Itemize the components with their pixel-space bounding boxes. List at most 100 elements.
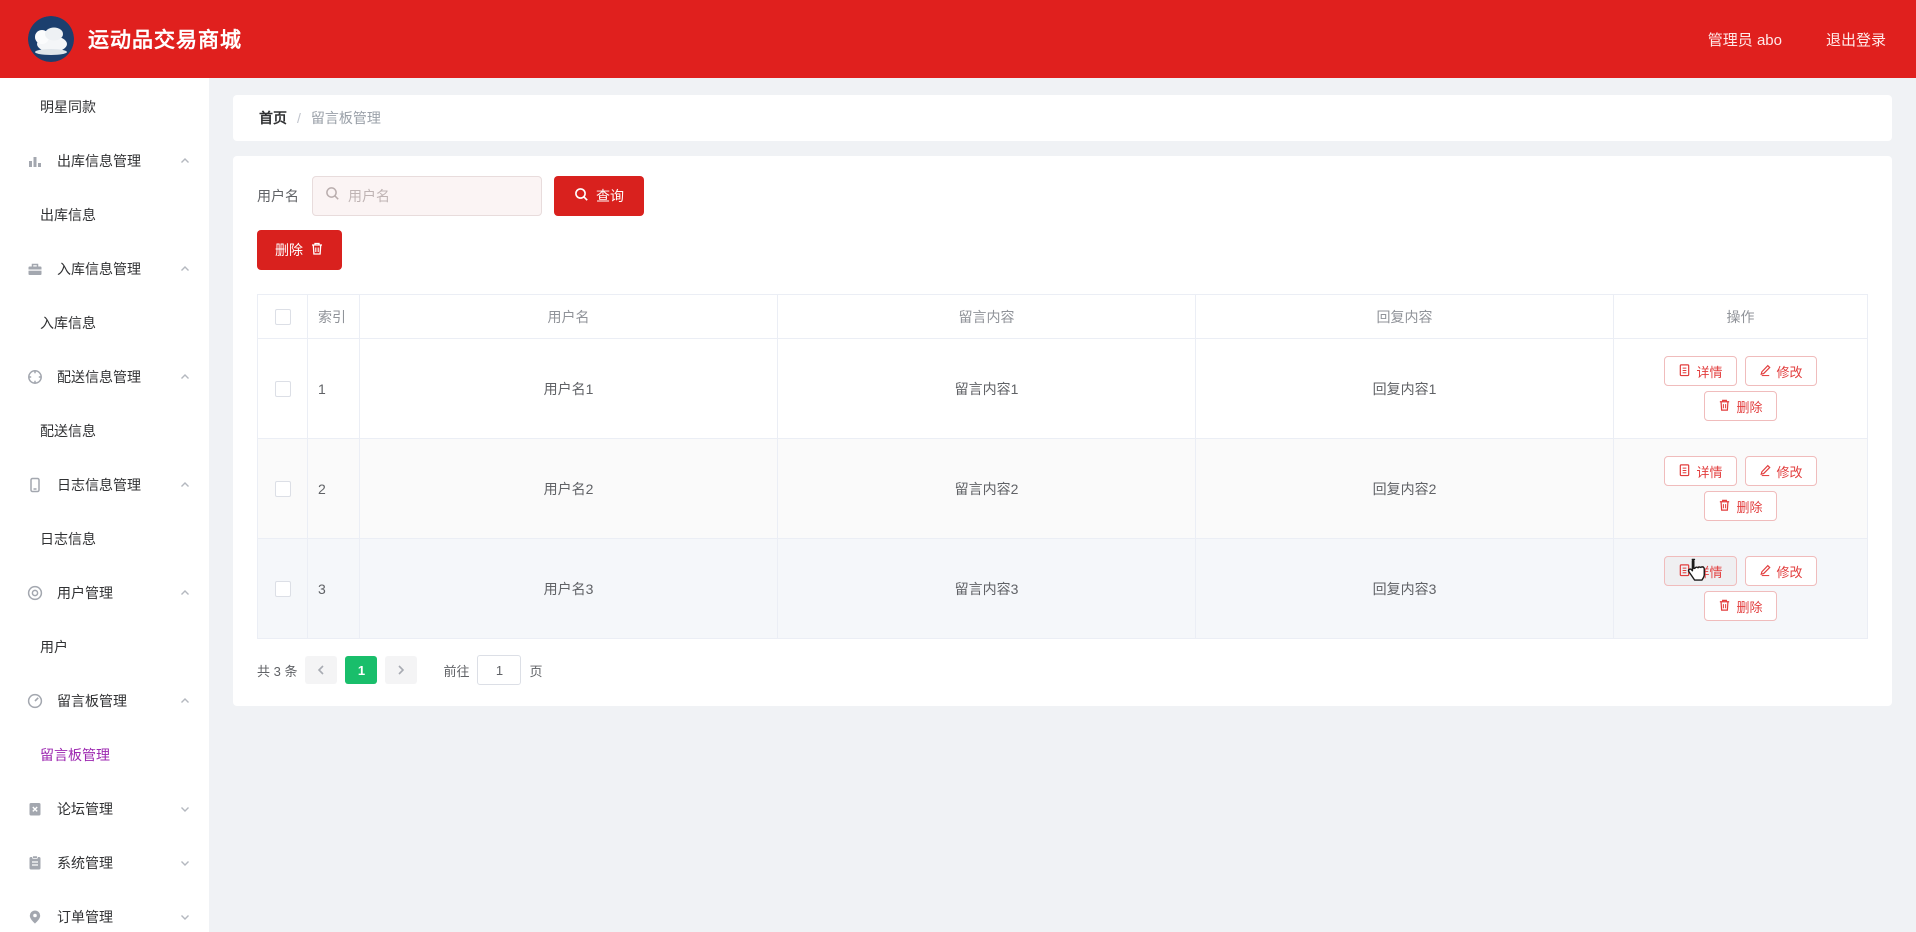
document-icon <box>1678 463 1691 480</box>
admin-user-label[interactable]: 管理员 abo <box>1708 29 1782 50</box>
chevron-up-icon <box>179 695 191 707</box>
chevron-up-icon <box>179 587 191 599</box>
sidebar-item-11[interactable]: 留言板管理 <box>0 674 209 728</box>
actions-cell: 详情 修改 删除 <box>1613 438 1868 539</box>
column-header: 回复内容 <box>1195 294 1614 339</box>
sidebar-subitem-10[interactable]: 用户 <box>0 620 209 674</box>
message-cell: 留言内容3 <box>777 538 1196 639</box>
row-checkbox[interactable] <box>274 581 291 598</box>
username-cell: 用户名2 <box>359 438 778 539</box>
app-logo <box>28 16 74 62</box>
select-all-header-cell <box>257 294 308 339</box>
chevron-right-icon <box>398 665 405 675</box>
edit-button[interactable]: 修改 <box>1744 356 1817 386</box>
edit-button-label: 修改 <box>1776 464 1803 480</box>
sidebar-subitem-8[interactable]: 日志信息 <box>0 512 209 566</box>
prev-page-button[interactable] <box>305 656 338 684</box>
query-button-label: 查询 <box>596 188 624 204</box>
chevron-up-icon <box>179 155 191 167</box>
column-header: 操作 <box>1613 294 1868 339</box>
username-search-input[interactable]: 用户名 <box>312 176 542 216</box>
username-cell: 用户名1 <box>359 338 778 439</box>
row-checkbox[interactable] <box>274 481 291 498</box>
sidebar-item-label: 配送信息管理 <box>57 369 141 385</box>
sidebar-item-14[interactable]: 系统管理 <box>0 836 209 890</box>
reply-cell: 回复内容3 <box>1195 538 1614 639</box>
forum-icon <box>26 800 44 818</box>
edit-button[interactable]: 修改 <box>1744 556 1817 586</box>
search-icon <box>574 187 589 205</box>
detail-button[interactable]: 详情 <box>1664 356 1737 386</box>
select-all-checkbox[interactable] <box>274 309 291 326</box>
sidebar-item-label: 订单管理 <box>57 909 113 925</box>
bar-chart-icon <box>26 152 44 170</box>
detail-button[interactable]: 详情 <box>1664 456 1737 486</box>
sidebar-subitem-label: 留言板管理 <box>40 747 110 763</box>
sidebar-subitem-4[interactable]: 入库信息 <box>0 296 209 350</box>
mobile-icon <box>26 476 44 494</box>
detail-button[interactable]: 详情 <box>1664 556 1737 586</box>
sidebar-subitem-label: 明星同款 <box>40 99 96 115</box>
chevron-down-icon <box>179 911 191 923</box>
sidebar-item-3[interactable]: 入库信息管理 <box>0 242 209 296</box>
sidebar-item-13[interactable]: 论坛管理 <box>0 782 209 836</box>
delete-button[interactable]: 删除 <box>1704 491 1777 521</box>
sidebar-subitem-0[interactable]: 明星同款 <box>0 80 209 134</box>
index-cell: 1 <box>307 338 360 439</box>
batch-delete-button[interactable]: 删除 <box>257 230 342 270</box>
breadcrumb: 首页 / 留言板管理 <box>233 95 1892 141</box>
edit-icon <box>1759 563 1772 580</box>
sidebar-item-5[interactable]: 配送信息管理 <box>0 350 209 404</box>
row-checkbox[interactable] <box>274 381 291 398</box>
delete-button[interactable]: 删除 <box>1704 391 1777 421</box>
search-form: 用户名 用户名 查询 <box>257 176 1868 216</box>
edit-button[interactable]: 修改 <box>1744 456 1817 486</box>
order-icon <box>26 908 44 926</box>
pagination-total: 共 3 条 <box>257 663 298 679</box>
sidebar-item-label: 出库信息管理 <box>57 153 141 169</box>
detail-button-label: 详情 <box>1696 364 1723 380</box>
sidebar-item-label: 系统管理 <box>57 855 113 871</box>
next-page-button[interactable] <box>385 656 418 684</box>
breadcrumb-home[interactable]: 首页 <box>259 108 287 128</box>
page-number-button[interactable]: 1 <box>345 656 378 684</box>
trash-icon <box>1718 398 1731 415</box>
logout-link[interactable]: 退出登录 <box>1826 29 1886 50</box>
query-button[interactable]: 查询 <box>554 176 644 216</box>
sidebar-item-7[interactable]: 日志信息管理 <box>0 458 209 512</box>
delete-button[interactable]: 删除 <box>1704 591 1777 621</box>
chevron-down-icon <box>179 803 191 815</box>
table-row: 1 用户名1 留言内容1 回复内容1 详情 修改 删除 <box>257 338 1868 439</box>
clipboard-icon <box>26 854 44 872</box>
table-row: 3 用户名3 留言内容3 回复内容3 详情 修改 删除 <box>257 538 1868 639</box>
column-header: 用户名 <box>359 294 778 339</box>
sidebar-item-15[interactable]: 订单管理 <box>0 890 209 932</box>
edit-icon <box>1759 463 1772 480</box>
breadcrumb-separator: / <box>297 110 301 126</box>
sidebar-subitem-6[interactable]: 配送信息 <box>0 404 209 458</box>
goto-page-label: 前往 <box>443 663 470 679</box>
sidebar-subitem-2[interactable]: 出库信息 <box>0 188 209 242</box>
sidebar-item-label: 用户管理 <box>57 585 113 601</box>
dashboard-icon <box>26 692 44 710</box>
edit-button-label: 修改 <box>1776 364 1803 380</box>
reply-cell: 回复内容1 <box>1195 338 1614 439</box>
column-header: 索引 <box>307 294 360 339</box>
sidebar-subitem-12-active[interactable]: 留言板管理 <box>0 728 209 782</box>
table-row: 2 用户名2 留言内容2 回复内容2 详情 修改 删除 <box>257 438 1868 539</box>
document-icon <box>1678 363 1691 380</box>
search-icon <box>325 186 340 206</box>
table-header-row: 索引 用户名 留言内容 回复内容 操作 <box>257 294 1868 339</box>
chevron-down-icon <box>179 857 191 869</box>
reply-cell: 回复内容2 <box>1195 438 1614 539</box>
sidebar-item-9[interactable]: 用户管理 <box>0 566 209 620</box>
breadcrumb-current: 留言板管理 <box>310 110 381 126</box>
app-title: 运动品交易商城 <box>88 29 242 52</box>
goto-page-input[interactable] <box>477 655 522 685</box>
sidebar-item-label: 留言板管理 <box>57 693 127 709</box>
delete-button-label: 删除 <box>1736 599 1763 615</box>
detail-button-label: 详情 <box>1696 464 1723 480</box>
username-cell: 用户名3 <box>359 538 778 639</box>
sidebar-item-1[interactable]: 出库信息管理 <box>0 134 209 188</box>
index-cell: 2 <box>307 438 360 539</box>
